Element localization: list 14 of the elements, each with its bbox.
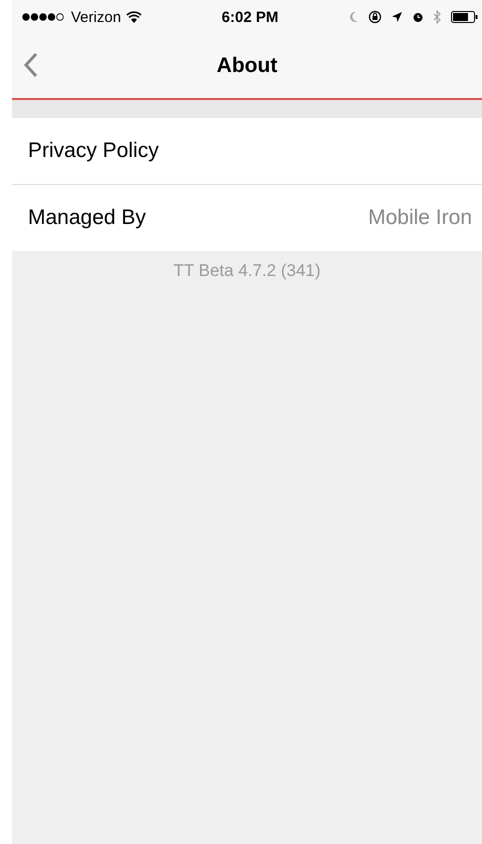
wifi-icon — [126, 11, 142, 23]
moon-icon — [348, 11, 359, 23]
location-icon — [390, 11, 403, 23]
rotation-lock-icon — [368, 10, 382, 24]
bluetooth-icon — [432, 10, 442, 24]
signal-icon — [22, 13, 66, 21]
battery-icon — [450, 11, 478, 23]
version-text: TT Beta 4.7.2 (341) — [173, 261, 321, 281]
status-time: 6:02 PM — [222, 8, 278, 26]
alarm-icon — [412, 11, 424, 23]
back-icon[interactable] — [24, 52, 38, 78]
carrier-name: Verizon — [71, 8, 122, 26]
settings-row[interactable]: Privacy Policy — [12, 118, 482, 184]
screen-title: About — [216, 54, 278, 78]
